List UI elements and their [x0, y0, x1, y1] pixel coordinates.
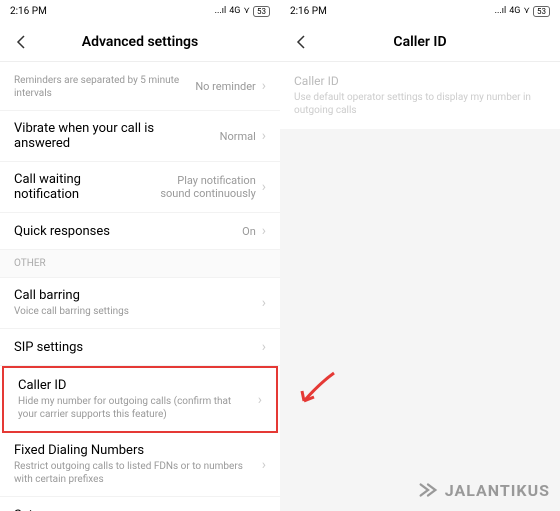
status-icons: ...ıl 4G ⋎ 53 — [495, 6, 550, 17]
status-time: 2:16 PM — [290, 6, 327, 17]
battery-icon: 53 — [253, 6, 270, 17]
chevron-right-icon: › — [262, 457, 266, 473]
row-quick-responses[interactable]: Quick responses On › — [0, 213, 280, 250]
back-icon[interactable] — [292, 33, 310, 51]
row-call-waiting[interactable]: Call waiting notification Play notificat… — [0, 162, 280, 213]
row-caller-id[interactable]: Caller ID Hide my number for outgoing ca… — [2, 366, 278, 433]
status-time: 2:16 PM — [10, 6, 47, 17]
status-icons: ...ıl 4G ⋎ 53 — [215, 6, 270, 17]
chevron-right-icon: › — [262, 78, 266, 94]
chevron-right-icon: › — [258, 392, 262, 408]
row-vibrate[interactable]: Vibrate when your call is answered Norma… — [0, 111, 280, 162]
row-caller-id-option[interactable]: Caller ID Use default operator settings … — [280, 62, 560, 129]
watermark-logo-icon — [417, 479, 439, 501]
row-setup[interactable]: Setup › — [0, 497, 280, 511]
status-bar: 2:16 PM ...ıl 4G ⋎ 53 — [280, 0, 560, 22]
chevron-right-icon: › — [262, 128, 266, 144]
page-title: Caller ID — [310, 34, 530, 50]
row-call-barring[interactable]: Call barring Voice call barring settings… — [0, 278, 280, 329]
chevron-right-icon: › — [262, 295, 266, 311]
watermark: JALANTIKUS — [417, 479, 550, 501]
back-icon[interactable] — [12, 33, 30, 51]
screen-body: Caller ID Use default operator settings … — [280, 62, 560, 511]
section-other: OTHER — [0, 250, 280, 278]
chevron-right-icon: › — [262, 507, 266, 511]
wifi-icon: ⋎ — [243, 6, 250, 16]
header: Caller ID — [280, 22, 560, 62]
status-bar: 2:16 PM ...ıl 4G ⋎ 53 — [0, 0, 280, 22]
header: Advanced settings — [0, 22, 280, 62]
chevron-right-icon: › — [262, 223, 266, 239]
row-sip-settings[interactable]: SIP settings › — [0, 329, 280, 366]
row-fixed-dialing[interactable]: Fixed Dialing Numbers Restrict outgoing … — [0, 433, 280, 497]
row-reminders[interactable]: Reminders are separated by 5 minute inte… — [0, 62, 280, 111]
screen-caller-id: 2:16 PM ...ıl 4G ⋎ 53 Caller ID Caller I… — [280, 0, 560, 511]
chevron-right-icon: › — [262, 339, 266, 355]
screen-advanced-settings: 2:16 PM ...ıl 4G ⋎ 53 Advanced settings … — [0, 0, 280, 511]
battery-icon: 53 — [533, 6, 550, 17]
page-title: Advanced settings — [30, 34, 250, 50]
wifi-icon: ⋎ — [523, 6, 530, 16]
chevron-right-icon: › — [262, 179, 266, 195]
